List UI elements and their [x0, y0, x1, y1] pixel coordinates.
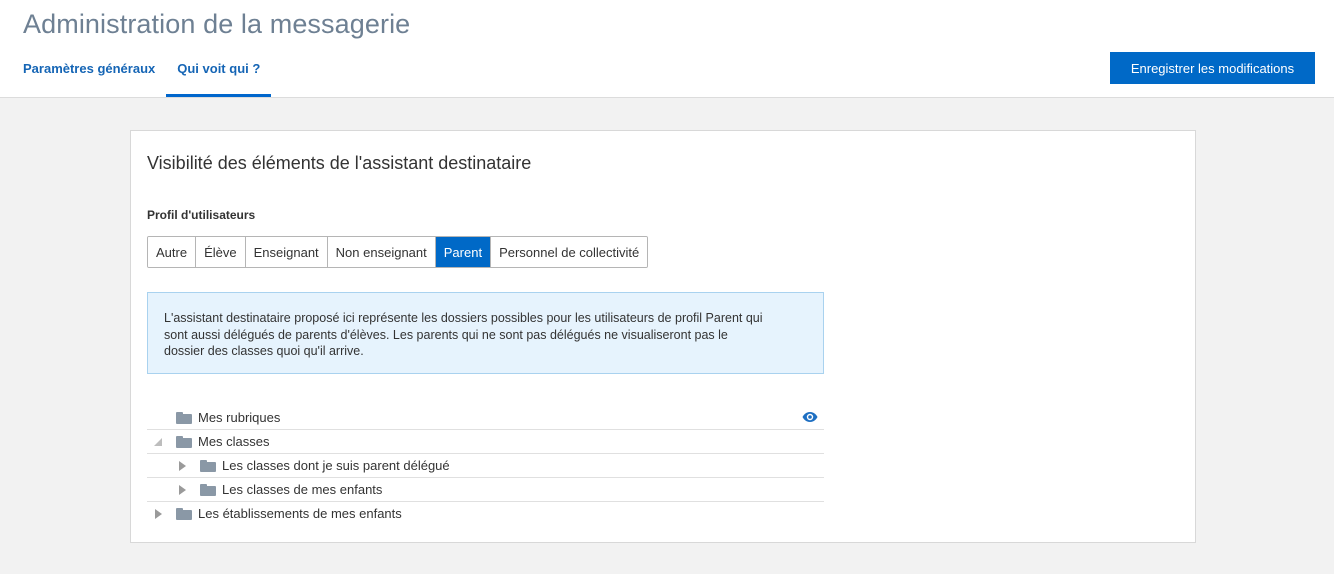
visibility-card: Visibilité des éléments de l'assistant d…: [130, 130, 1196, 543]
tree-node-label: Mes rubriques: [198, 410, 281, 425]
caret-right-icon[interactable]: [177, 485, 187, 495]
tree-node-label: Les classes de mes enfants: [222, 482, 383, 497]
profile-option-autre[interactable]: Autre: [148, 237, 197, 267]
profile-option-personnel-collectivite[interactable]: Personnel de collectivité: [491, 237, 648, 267]
tree-node-label: Les établissements de mes enfants: [198, 506, 402, 521]
tree-row-classes-mes-enfants[interactable]: Les classes de mes enfants: [147, 478, 824, 502]
caret-down-icon[interactable]: [153, 437, 163, 447]
tab-general-settings[interactable]: Paramètres généraux: [12, 52, 166, 97]
info-text: L'assistant destinataire proposé ici rep…: [164, 311, 763, 358]
eye-icon[interactable]: [802, 410, 818, 424]
page-title: Administration de la messagerie: [23, 9, 411, 39]
folder-icon: [200, 460, 216, 472]
profile-option-non-enseignant[interactable]: Non enseignant: [327, 237, 436, 267]
profile-label: Profil d'utilisateurs: [147, 208, 256, 222]
profile-option-parent[interactable]: Parent: [435, 237, 492, 267]
folder-icon: [176, 412, 192, 424]
info-message: L'assistant destinataire proposé ici rep…: [147, 292, 824, 374]
profile-selector: Autre Élève Enseignant Non enseignant Pa…: [147, 236, 649, 268]
tree-row-mes-classes[interactable]: Mes classes: [147, 430, 824, 454]
tree-node-label: Les classes dont je suis parent délégué: [222, 458, 450, 473]
save-changes-button[interactable]: Enregistrer les modifications: [1110, 52, 1315, 84]
folder-icon: [176, 436, 192, 448]
page-header: Administration de la messagerie Paramètr…: [0, 0, 1334, 98]
profile-option-enseignant[interactable]: Enseignant: [245, 237, 328, 267]
tab-who-sees-who[interactable]: Qui voit qui ?: [166, 52, 272, 97]
tree-row-etablissements[interactable]: Les établissements de mes enfants: [147, 502, 824, 526]
folder-icon: [200, 484, 216, 496]
tree-node-label: Mes classes: [198, 434, 270, 449]
caret-right-icon[interactable]: [177, 461, 187, 471]
profile-option-eleve[interactable]: Élève: [196, 237, 246, 267]
caret-right-icon[interactable]: [153, 509, 163, 519]
folder-tree: Mes rubriques Mes classes Les classes do…: [147, 406, 824, 526]
tree-row-classes-parent-delegue[interactable]: Les classes dont je suis parent délégué: [147, 454, 824, 478]
card-title: Visibilité des éléments de l'assistant d…: [147, 153, 532, 173]
folder-icon: [176, 508, 192, 520]
tab-bar: Paramètres généraux Qui voit qui ?: [12, 52, 272, 97]
tree-row-mes-rubriques[interactable]: Mes rubriques: [147, 406, 824, 430]
